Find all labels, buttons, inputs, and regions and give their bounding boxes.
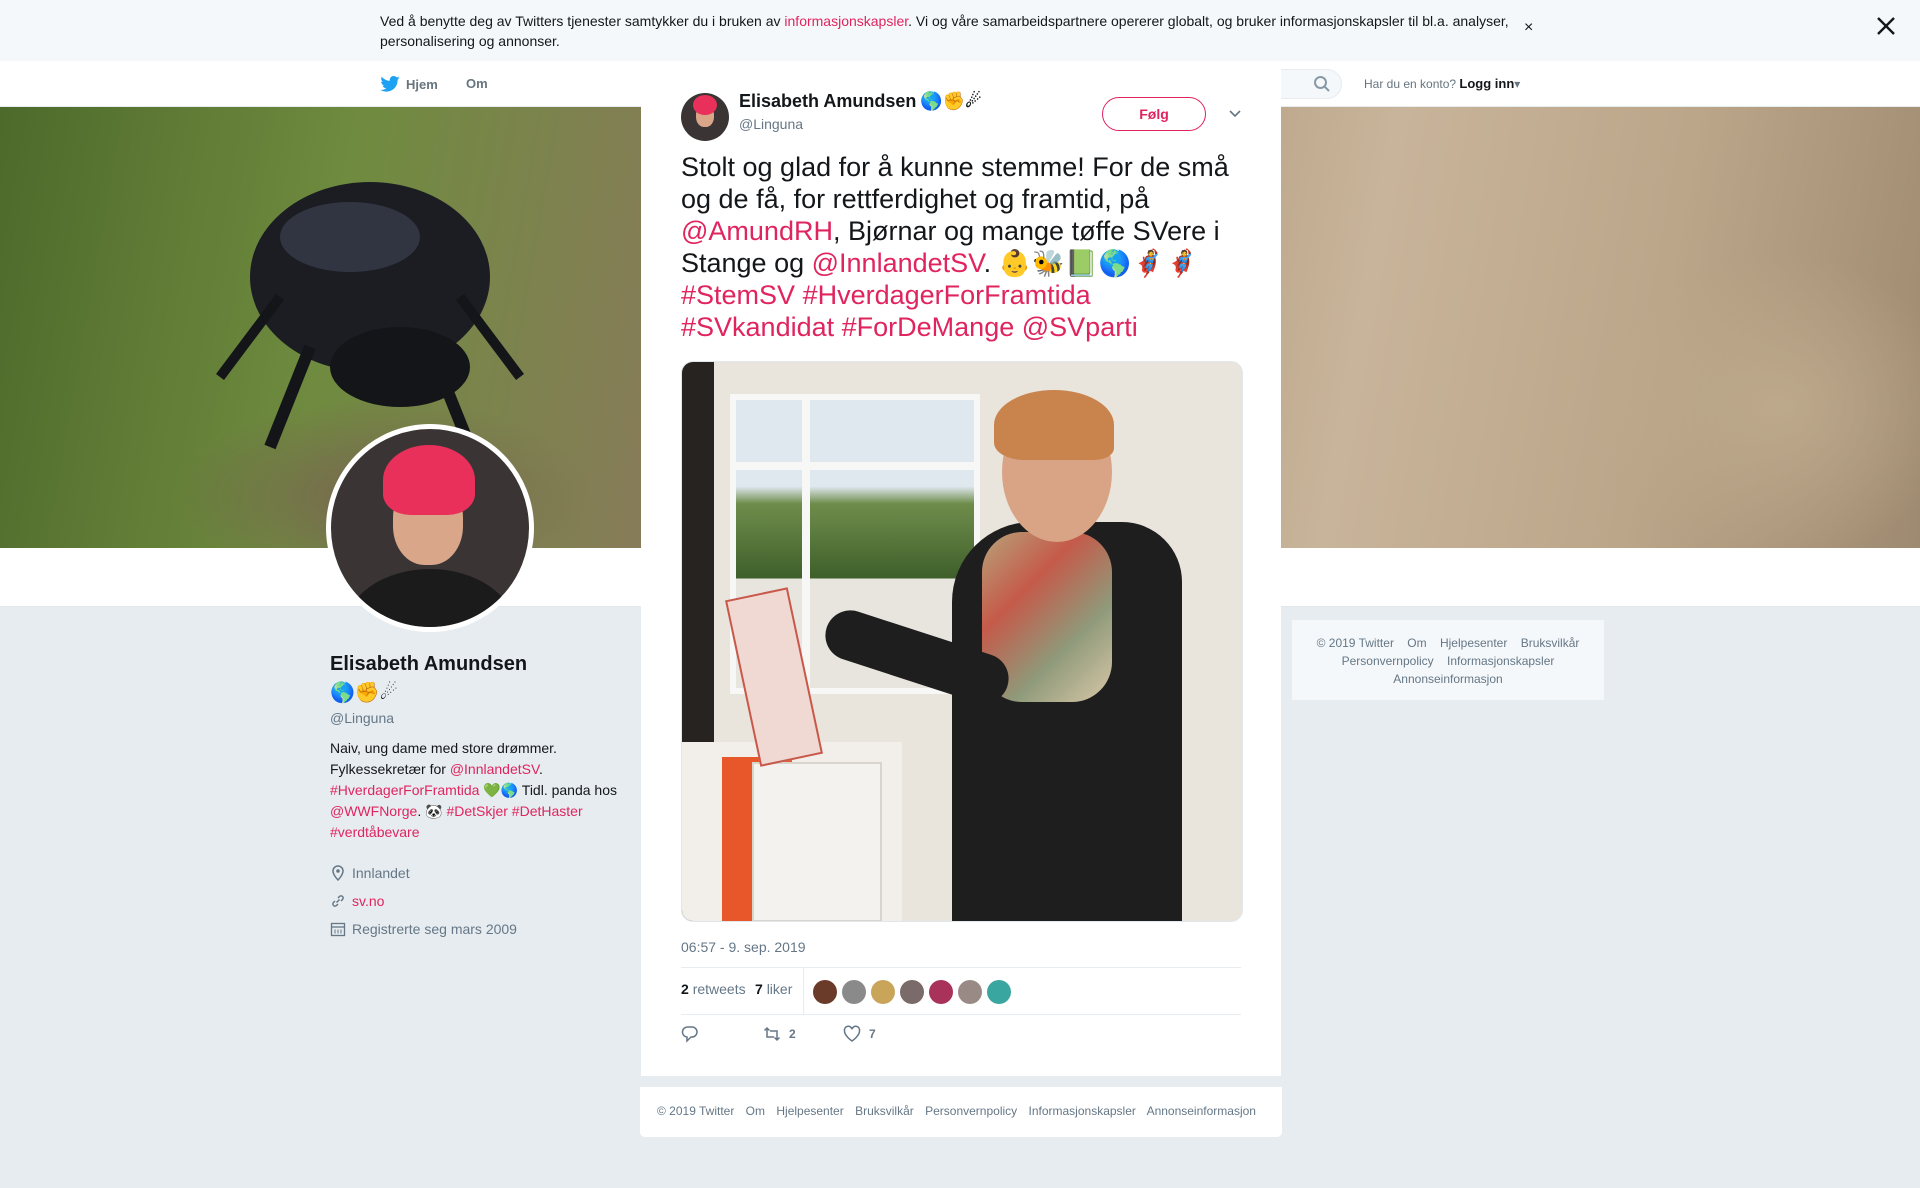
footer-link[interactable]: Om [746, 1104, 765, 1118]
likes-stat[interactable]: 7 liker [755, 981, 792, 997]
mention-link[interactable]: @SVparti [1022, 312, 1138, 342]
hashtag-link[interactable]: #ForDeMange [842, 312, 1015, 342]
mention-link[interactable]: @AmundRH [681, 216, 833, 246]
liker-avatar[interactable] [900, 980, 924, 1004]
retweet-icon [763, 1026, 781, 1042]
liker-avatar[interactable] [842, 980, 866, 1004]
follow-button[interactable]: Følg [1102, 97, 1206, 131]
tweet-author-avatar[interactable] [681, 93, 729, 141]
modal-footer: © 2019 Twitter Om Hjelpesenter Bruksvilk… [640, 1087, 1282, 1137]
chevron-down-icon[interactable] [1228, 106, 1242, 120]
footer-link[interactable]: Personvernpolicy [925, 1104, 1017, 1118]
liker-avatars [813, 980, 1011, 1004]
reply-button[interactable] [681, 1025, 699, 1043]
footer-link[interactable]: Annonseinformasjon [1147, 1104, 1256, 1118]
hashtag-link[interactable]: #SVkandidat [681, 312, 834, 342]
tweet-timestamp[interactable]: 06:57 - 9. sep. 2019 [681, 939, 806, 955]
like-button[interactable]: 7 [843, 1025, 876, 1043]
hashtag-link[interactable]: #StemSV [681, 280, 795, 310]
close-icon[interactable] [1872, 12, 1900, 40]
liker-avatar[interactable] [929, 980, 953, 1004]
tweet-actions: 2 7 [681, 1025, 1241, 1053]
tweet-stats: 2 retweets 7 liker [681, 967, 1241, 1015]
mention-link[interactable]: @InnlandetSV [812, 248, 984, 278]
tweet-photo[interactable] [681, 361, 1243, 922]
tweet-text: Stolt og glad for å kunne stemme! For de… [681, 152, 1229, 342]
author-emojis: 🌎✊☄ [920, 91, 982, 111]
footer-link[interactable]: Hjelpesenter [776, 1104, 843, 1118]
liker-avatar[interactable] [871, 980, 895, 1004]
tweet-modal: Elisabeth Amundsen 🌎✊☄ @Linguna Følg Sto… [641, 61, 1281, 1076]
tweet-author-name[interactable]: Elisabeth Amundsen 🌎✊☄ [739, 91, 981, 112]
stats-divider [803, 968, 804, 1014]
heart-icon [843, 1025, 861, 1042]
retweet-button[interactable]: 2 [763, 1025, 796, 1043]
footer-link[interactable]: Informasjonskapsler [1029, 1104, 1136, 1118]
reply-icon [681, 1026, 698, 1043]
footer-link[interactable]: Bruksvilkår [855, 1104, 914, 1118]
tweet-emojis: 👶🐝📗🌎🦸🦸 [998, 248, 1199, 278]
liker-avatar[interactable] [813, 980, 837, 1004]
hashtag-link[interactable]: #HverdagerForFramtida [803, 280, 1091, 310]
retweets-stat[interactable]: 2 retweets [681, 981, 746, 997]
liker-avatar[interactable] [987, 980, 1011, 1004]
liker-avatar[interactable] [958, 980, 982, 1004]
footer-link: © 2019 Twitter [657, 1104, 735, 1118]
tweet-author-handle[interactable]: @Linguna [739, 116, 803, 132]
